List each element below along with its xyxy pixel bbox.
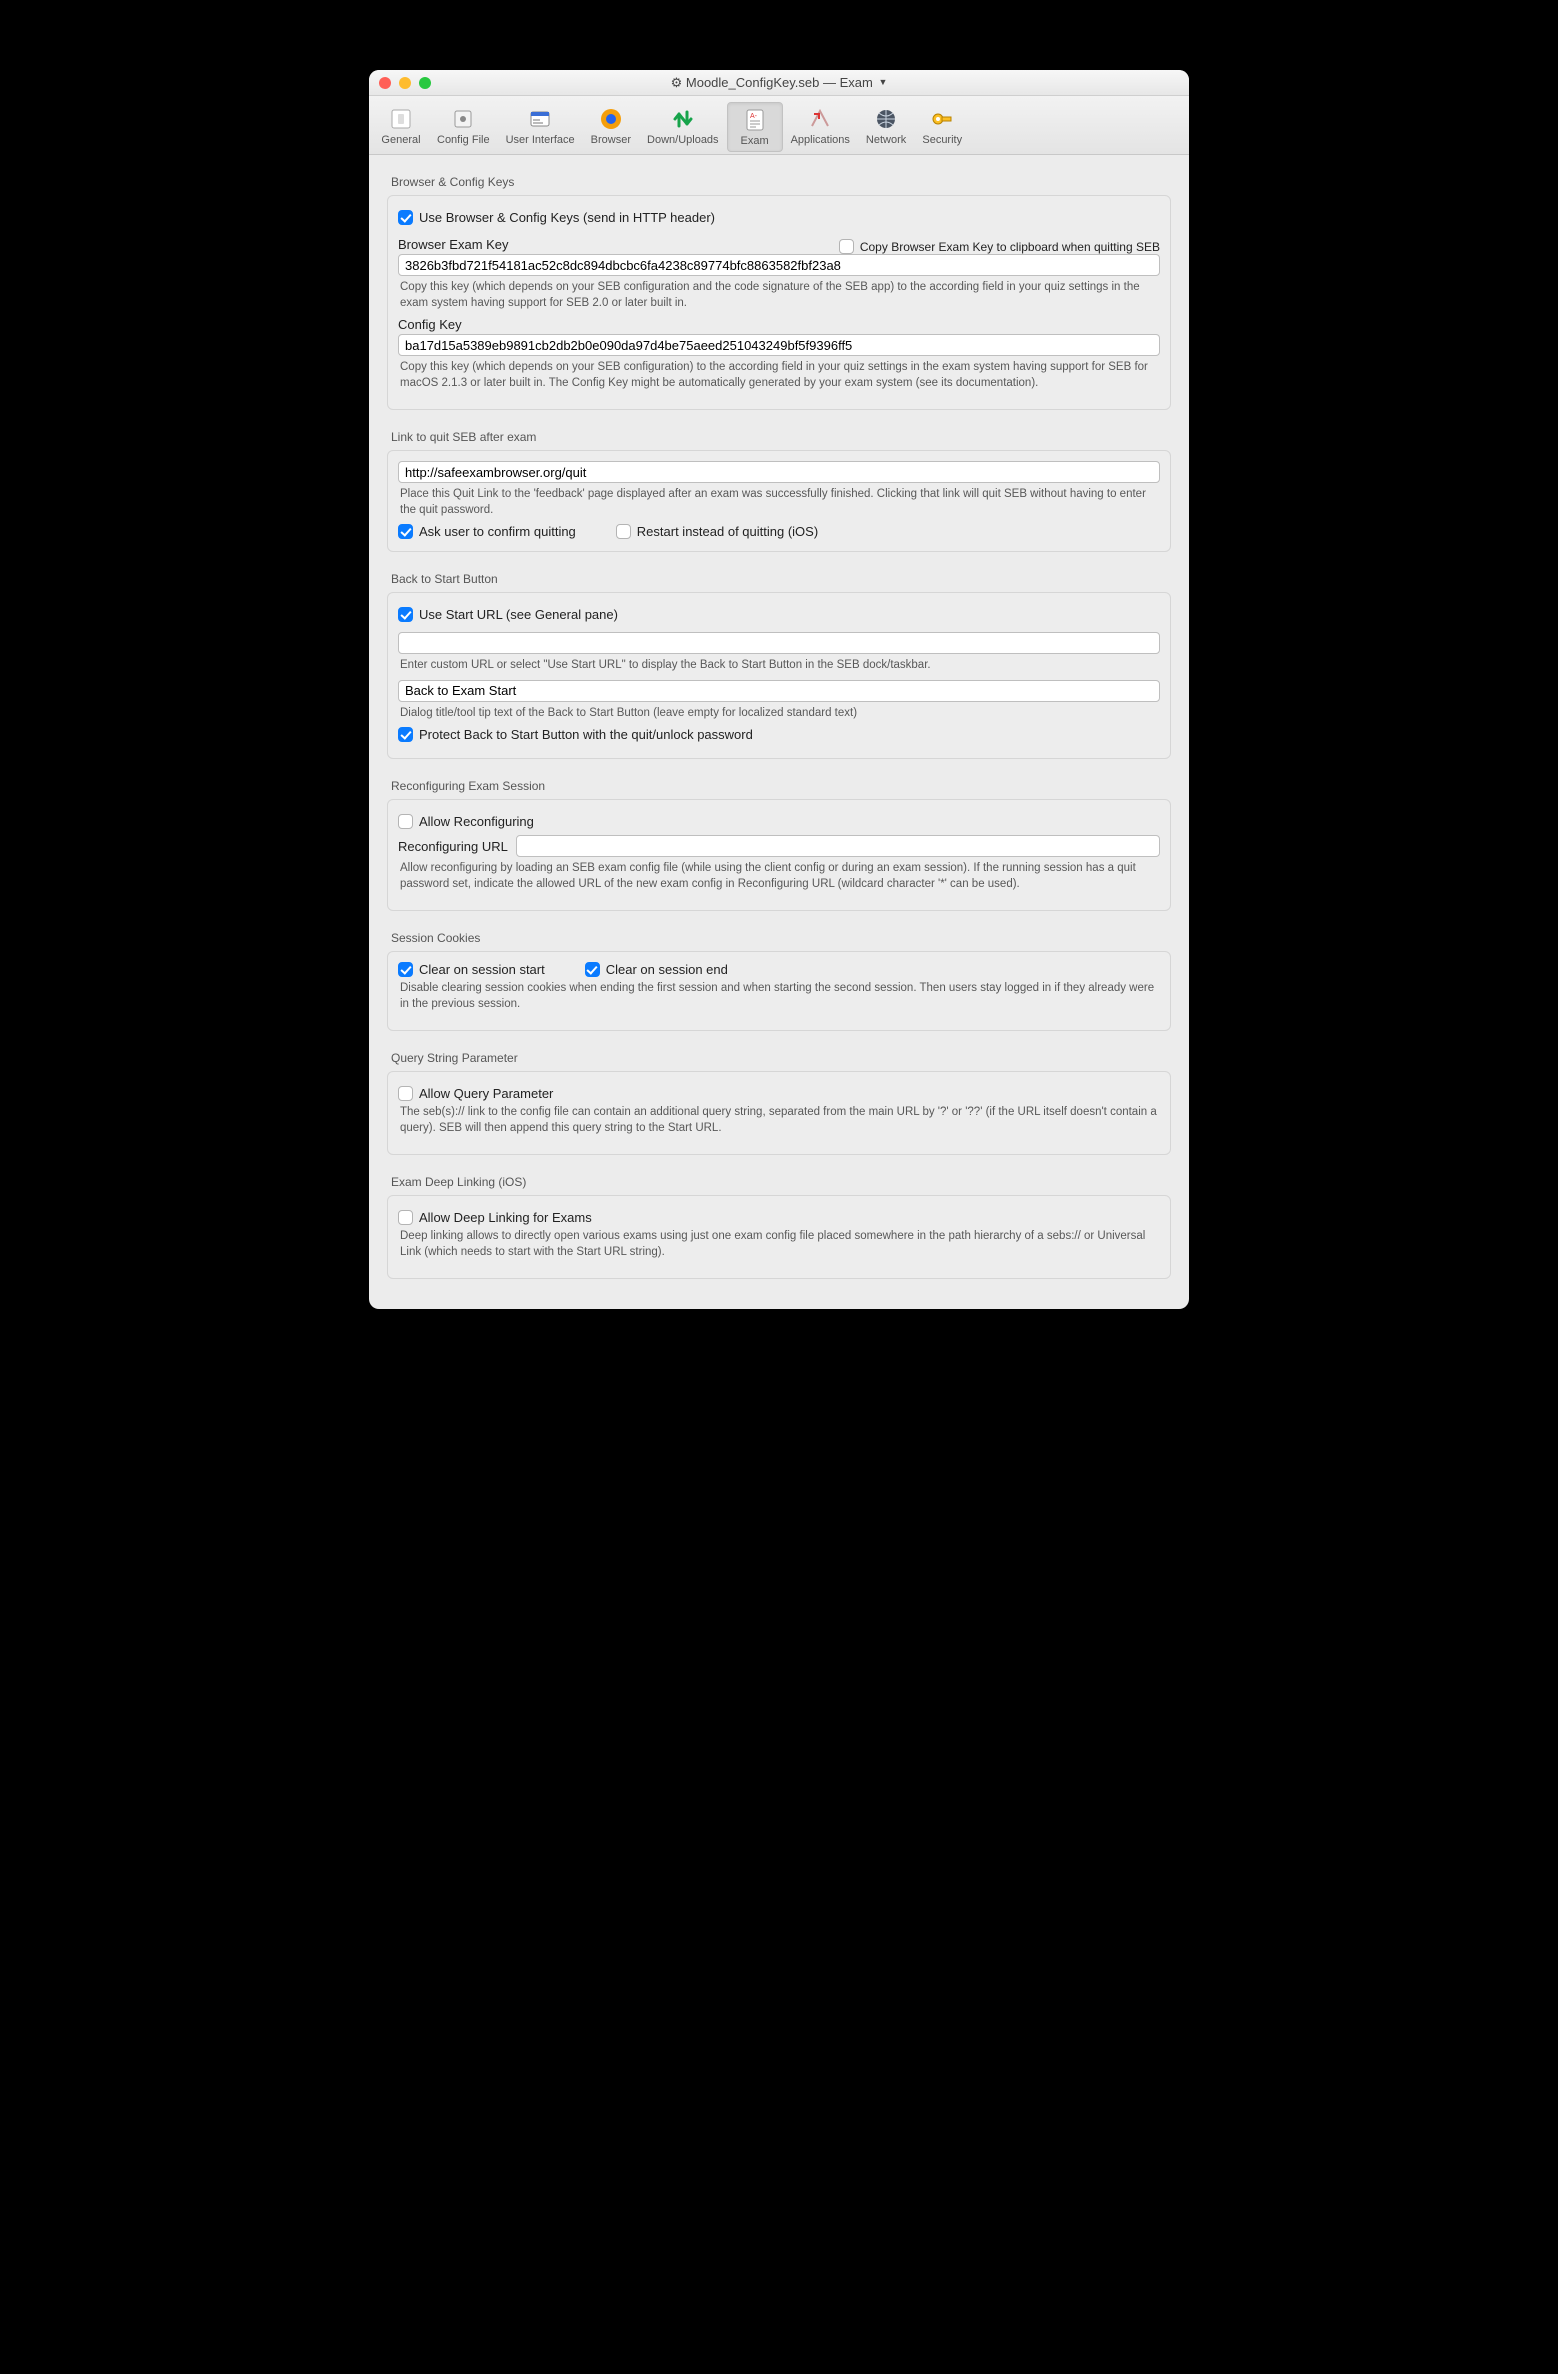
section-title: Browser & Config Keys: [391, 175, 1167, 189]
exam-pane: Browser & Config Keys Use Browser & Conf…: [369, 155, 1189, 1309]
tab-user-interface[interactable]: User Interface: [498, 102, 583, 152]
checkbox-copy-bek-on-quit[interactable]: [839, 239, 854, 254]
section-query-string: Query String Parameter Allow Query Param…: [387, 1051, 1171, 1155]
label-restart-instead-quit: Restart instead of quitting (iOS): [637, 524, 818, 539]
help-config-key: Copy this key (which depends on your SEB…: [400, 360, 1158, 391]
section-back-to-start: Back to Start Button Use Start URL (see …: [387, 572, 1171, 759]
checkbox-use-start-url[interactable]: [398, 607, 413, 622]
section-quit-link: Link to quit SEB after exam Place this Q…: [387, 430, 1171, 552]
help-reconfiguring: Allow reconfiguring by loading an SEB ex…: [400, 861, 1158, 892]
tab-exam[interactable]: A- Exam: [727, 102, 783, 152]
section-title: Query String Parameter: [391, 1051, 1167, 1065]
tab-config-file[interactable]: Config File: [429, 102, 498, 152]
tab-applications[interactable]: Applications: [783, 102, 858, 152]
down-uploads-icon: [668, 104, 698, 134]
titlebar: ⚙︎ Moodle_ConfigKey.seb — Exam ▼: [369, 70, 1189, 96]
checkbox-allow-deep-linking[interactable]: [398, 1210, 413, 1225]
label-allow-reconfiguring: Allow Reconfiguring: [419, 814, 534, 829]
help-back-to-start-text: Dialog title/tool tip text of the Back t…: [400, 706, 1158, 722]
label-allow-query-parameter: Allow Query Parameter: [419, 1086, 553, 1101]
section-title: Back to Start Button: [391, 572, 1167, 586]
network-icon: [871, 104, 901, 134]
title-tabname: Exam: [840, 75, 873, 90]
tab-security[interactable]: Security: [914, 102, 970, 152]
label-reconfiguring-url: Reconfiguring URL: [398, 839, 508, 854]
help-session-cookies: Disable clearing session cookies when en…: [400, 981, 1158, 1012]
section-session-cookies: Session Cookies Clear on session start C…: [387, 931, 1171, 1031]
input-back-to-start-url[interactable]: [398, 632, 1160, 654]
minimize-icon[interactable]: [399, 77, 411, 89]
title-filename: Moodle_ConfigKey.seb: [686, 75, 819, 90]
close-icon[interactable]: [379, 77, 391, 89]
checkbox-allow-query-parameter[interactable]: [398, 1086, 413, 1101]
checkbox-clear-on-end[interactable]: [585, 962, 600, 977]
toolbar: General Config File User Interface Brows…: [369, 96, 1189, 155]
input-reconfiguring-url[interactable]: [516, 835, 1160, 857]
label-allow-deep-linking: Allow Deep Linking for Exams: [419, 1210, 592, 1225]
checkbox-clear-on-start[interactable]: [398, 962, 413, 977]
input-quit-link[interactable]: [398, 461, 1160, 483]
help-quit-link: Place this Quit Link to the 'feedback' p…: [400, 487, 1158, 518]
applications-icon: [805, 104, 835, 134]
label-clear-on-end: Clear on session end: [606, 962, 728, 977]
section-title: Exam Deep Linking (iOS): [391, 1175, 1167, 1189]
label-clear-on-start: Clear on session start: [419, 962, 545, 977]
browser-icon: [596, 104, 626, 134]
input-back-to-start-text[interactable]: [398, 680, 1160, 702]
exam-icon: A-: [740, 105, 770, 135]
checkbox-use-browser-config-keys[interactable]: [398, 210, 413, 225]
tab-general[interactable]: General: [373, 102, 429, 152]
tab-network[interactable]: Network: [858, 102, 914, 152]
label-protect-back-to-start: Protect Back to Start Button with the qu…: [419, 727, 753, 742]
config-file-icon: [448, 104, 478, 134]
checkbox-protect-back-to-start[interactable]: [398, 727, 413, 742]
tab-down-uploads[interactable]: Down/Uploads: [639, 102, 727, 152]
svg-text:A-: A-: [750, 113, 758, 120]
input-config-key[interactable]: [398, 334, 1160, 356]
zoom-icon[interactable]: [419, 77, 431, 89]
label-use-start-url: Use Start URL (see General pane): [419, 607, 618, 622]
help-deep-linking: Deep linking allows to directly open var…: [400, 1229, 1158, 1260]
label-use-browser-config-keys: Use Browser & Config Keys (send in HTTP …: [419, 210, 715, 225]
label-browser-exam-key: Browser Exam Key: [398, 237, 509, 252]
section-title: Link to quit SEB after exam: [391, 430, 1167, 444]
window-title: ⚙︎ Moodle_ConfigKey.seb — Exam ▼: [369, 75, 1189, 91]
help-query-parameter: The seb(s):// link to the config file ca…: [400, 1105, 1158, 1136]
traffic-lights: [379, 77, 431, 89]
section-reconfiguring: Reconfiguring Exam Session Allow Reconfi…: [387, 779, 1171, 911]
section-title: Reconfiguring Exam Session: [391, 779, 1167, 793]
checkbox-restart-instead-quit[interactable]: [616, 524, 631, 539]
section-title: Session Cookies: [391, 931, 1167, 945]
title-dropdown-icon[interactable]: ▼: [878, 77, 887, 87]
input-browser-exam-key[interactable]: [398, 254, 1160, 276]
title-doc-icon: ⚙︎: [671, 75, 683, 90]
user-interface-icon: [525, 104, 555, 134]
label-copy-bek-on-quit: Copy Browser Exam Key to clipboard when …: [860, 240, 1160, 254]
tab-browser[interactable]: Browser: [583, 102, 639, 152]
checkbox-ask-confirm-quit[interactable]: [398, 524, 413, 539]
section-browser-config-keys: Browser & Config Keys Use Browser & Conf…: [387, 175, 1171, 410]
label-config-key: Config Key: [398, 317, 1160, 332]
general-icon: [386, 104, 416, 134]
help-back-to-start-url: Enter custom URL or select "Use Start UR…: [400, 658, 1158, 674]
label-ask-confirm-quit: Ask user to confirm quitting: [419, 524, 576, 539]
help-browser-exam-key: Copy this key (which depends on your SEB…: [400, 280, 1158, 311]
security-icon: [927, 104, 957, 134]
section-deep-linking: Exam Deep Linking (iOS) Allow Deep Linki…: [387, 1175, 1171, 1279]
preferences-window: ⚙︎ Moodle_ConfigKey.seb — Exam ▼ General…: [369, 70, 1189, 1309]
checkbox-allow-reconfiguring[interactable]: [398, 814, 413, 829]
